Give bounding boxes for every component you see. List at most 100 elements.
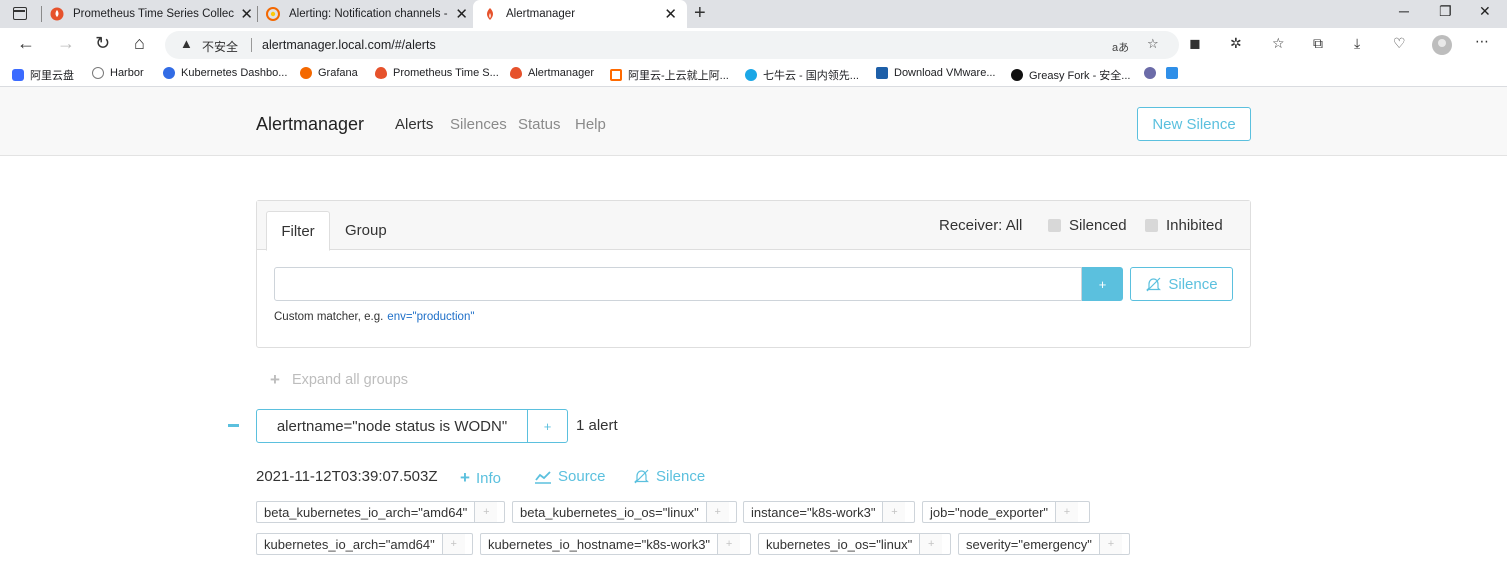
url-text[interactable]: alertmanager.local.com/#/alerts: [262, 38, 436, 52]
tab-prometheus[interactable]: Prometheus Time Series Collecti ✕: [50, 0, 253, 28]
bookmark-grafana[interactable]: Grafana: [300, 67, 358, 79]
label-text[interactable]: beta_kubernetes_io_arch="amd64": [257, 502, 474, 522]
label-text[interactable]: kubernetes_io_os="linux": [759, 534, 919, 554]
tab-alertmanager[interactable]: Alertmanager ✕: [473, 0, 687, 28]
vmware-icon: [876, 67, 888, 79]
collections-icon[interactable]: ⧉: [1313, 35, 1323, 52]
group-label-button[interactable]: alertname="node status is WODN": [256, 409, 528, 443]
close-window-icon[interactable]: ✕: [1479, 3, 1491, 20]
alert-label[interactable]: kubernetes_io_os="linux" +: [758, 533, 951, 555]
kubernetes-icon: [163, 67, 175, 79]
group-add-filter-button[interactable]: +: [527, 409, 568, 443]
alert-source-button[interactable]: Source: [534, 468, 606, 485]
bookmark-aliyun[interactable]: 阿里云-上云就上阿...: [610, 67, 729, 83]
warning-icon[interactable]: ▲: [180, 36, 193, 51]
minimize-icon[interactable]: ─: [1399, 3, 1409, 19]
alert-label[interactable]: beta_kubernetes_io_os="linux" +: [512, 501, 737, 523]
label-add-filter[interactable]: +: [441, 534, 465, 554]
label-text[interactable]: instance="k8s-work3": [744, 502, 882, 522]
receiver-dropdown[interactable]: Receiver: All: [939, 217, 1022, 234]
nav-silences[interactable]: Silences: [450, 116, 507, 133]
favorites-icon[interactable]: ☆: [1272, 35, 1285, 52]
label-text[interactable]: kubernetes_io_arch="amd64": [257, 534, 442, 554]
silence-label: Silence: [656, 468, 706, 485]
label-add-filter[interactable]: +: [919, 534, 943, 554]
bookmark-qiniu[interactable]: 七牛云 - 国内领先...: [745, 67, 859, 83]
label-add-filter[interactable]: +: [717, 534, 741, 554]
read-aloud-icon[interactable]: aあ: [1112, 39, 1129, 55]
filter-input[interactable]: [274, 267, 1082, 301]
label-text[interactable]: kubernetes_io_hostname="k8s-work3": [481, 534, 717, 554]
harbor-icon: [92, 67, 104, 79]
silenced-label[interactable]: Silenced: [1069, 217, 1127, 234]
more-menu-icon[interactable]: ⋯: [1475, 33, 1489, 50]
bookmark-label: Grafana: [318, 67, 358, 79]
label-add-filter[interactable]: +: [474, 502, 498, 522]
tab-actions-icon[interactable]: [13, 7, 27, 20]
tab-group[interactable]: Group: [345, 222, 387, 239]
alert-label[interactable]: beta_kubernetes_io_arch="amd64" +: [256, 501, 505, 523]
alert-timestamp: 2021-11-12T03:39:07.503Z: [256, 468, 438, 485]
nav-help[interactable]: Help: [575, 116, 606, 133]
source-label: Source: [558, 468, 606, 485]
label-add-filter[interactable]: +: [882, 502, 906, 522]
close-tab-icon[interactable]: ✕: [240, 5, 253, 23]
inhibited-checkbox[interactable]: [1145, 219, 1158, 232]
bookmark-harbor[interactable]: Harbor: [92, 67, 144, 79]
prometheus-flame-icon: [375, 67, 387, 79]
bookmark-vmware[interactable]: Download VMware...: [876, 67, 996, 79]
label-text[interactable]: beta_kubernetes_io_os="linux": [513, 502, 706, 522]
bookmark-prometheus[interactable]: Prometheus Time S...: [375, 67, 499, 79]
label-add-filter[interactable]: +: [1055, 502, 1079, 522]
profile-avatar[interactable]: [1432, 35, 1452, 55]
label-add-filter[interactable]: +: [705, 502, 729, 522]
extensions-puzzle-icon[interactable]: ✲: [1230, 35, 1242, 52]
reload-icon[interactable]: ↻: [95, 33, 110, 54]
add-favorite-icon[interactable]: ☆: [1147, 36, 1159, 52]
bookmark-label: 阿里云-上云就上阿...: [628, 70, 729, 82]
add-filter-button[interactable]: +: [1082, 267, 1123, 301]
home-icon[interactable]: ⌂: [134, 33, 145, 54]
nav-status[interactable]: Status: [518, 116, 561, 133]
alert-label[interactable]: instance="k8s-work3" +: [743, 501, 915, 523]
expand-all-groups[interactable]: + Expand all groups: [270, 370, 408, 390]
bookmark-extra-1[interactable]: [1144, 67, 1162, 79]
collapse-group-icon[interactable]: [228, 424, 239, 427]
label-text[interactable]: job="node_exporter": [923, 502, 1055, 522]
close-tab-icon[interactable]: ✕: [455, 5, 468, 23]
bookmark-greasyfork[interactable]: Greasy Fork - 安全...: [1011, 67, 1130, 83]
tab-filter[interactable]: Filter: [266, 211, 330, 251]
new-tab-button[interactable]: +: [694, 2, 706, 25]
alert-label[interactable]: kubernetes_io_hostname="k8s-work3" +: [480, 533, 751, 555]
nav-alerts[interactable]: Alerts: [395, 116, 433, 133]
alert-label[interactable]: severity="emergency" +: [958, 533, 1130, 555]
tab-grafana[interactable]: Alerting: Notification channels - ✕: [266, 0, 468, 28]
forward-icon[interactable]: →: [57, 33, 75, 54]
alert-label[interactable]: job="node_exporter" +: [922, 501, 1090, 523]
alert-silence-button[interactable]: Silence: [633, 468, 705, 485]
back-icon[interactable]: ←: [17, 33, 35, 54]
label-text[interactable]: severity="emergency": [959, 534, 1099, 554]
close-tab-icon[interactable]: ✕: [664, 5, 677, 23]
bell-slash-icon: [634, 469, 649, 484]
expand-all-label: Expand all groups: [291, 372, 409, 388]
bookmark-aliyundrive[interactable]: 阿里云盘: [12, 67, 74, 83]
alert-label[interactable]: kubernetes_io_arch="amd64" +: [256, 533, 473, 555]
downloads-icon[interactable]: ⤓: [1354, 35, 1360, 52]
plus-icon: +: [270, 370, 280, 389]
browser-essentials-icon[interactable]: ♡: [1393, 35, 1406, 52]
label-add-filter[interactable]: +: [1098, 534, 1122, 554]
extension-icon[interactable]: ◼: [1189, 35, 1201, 52]
silenced-checkbox[interactable]: [1048, 219, 1061, 232]
bookmark-alertmanager[interactable]: Alertmanager: [510, 67, 594, 79]
bookmark-kubernetes[interactable]: Kubernetes Dashbo...: [163, 67, 287, 79]
restore-icon[interactable]: ❐: [1439, 3, 1452, 20]
new-silence-button[interactable]: New Silence: [1137, 107, 1251, 141]
bookmark-extra-2[interactable]: [1166, 67, 1184, 79]
insecure-label[interactable]: 不安全: [202, 38, 238, 55]
helper-example-link[interactable]: env="production": [387, 311, 474, 323]
silence-filter-button[interactable]: Silence: [1130, 267, 1233, 301]
brand[interactable]: Alertmanager: [256, 114, 364, 135]
alert-info-button[interactable]: + Info: [460, 468, 501, 488]
inhibited-label[interactable]: Inhibited: [1166, 217, 1223, 234]
